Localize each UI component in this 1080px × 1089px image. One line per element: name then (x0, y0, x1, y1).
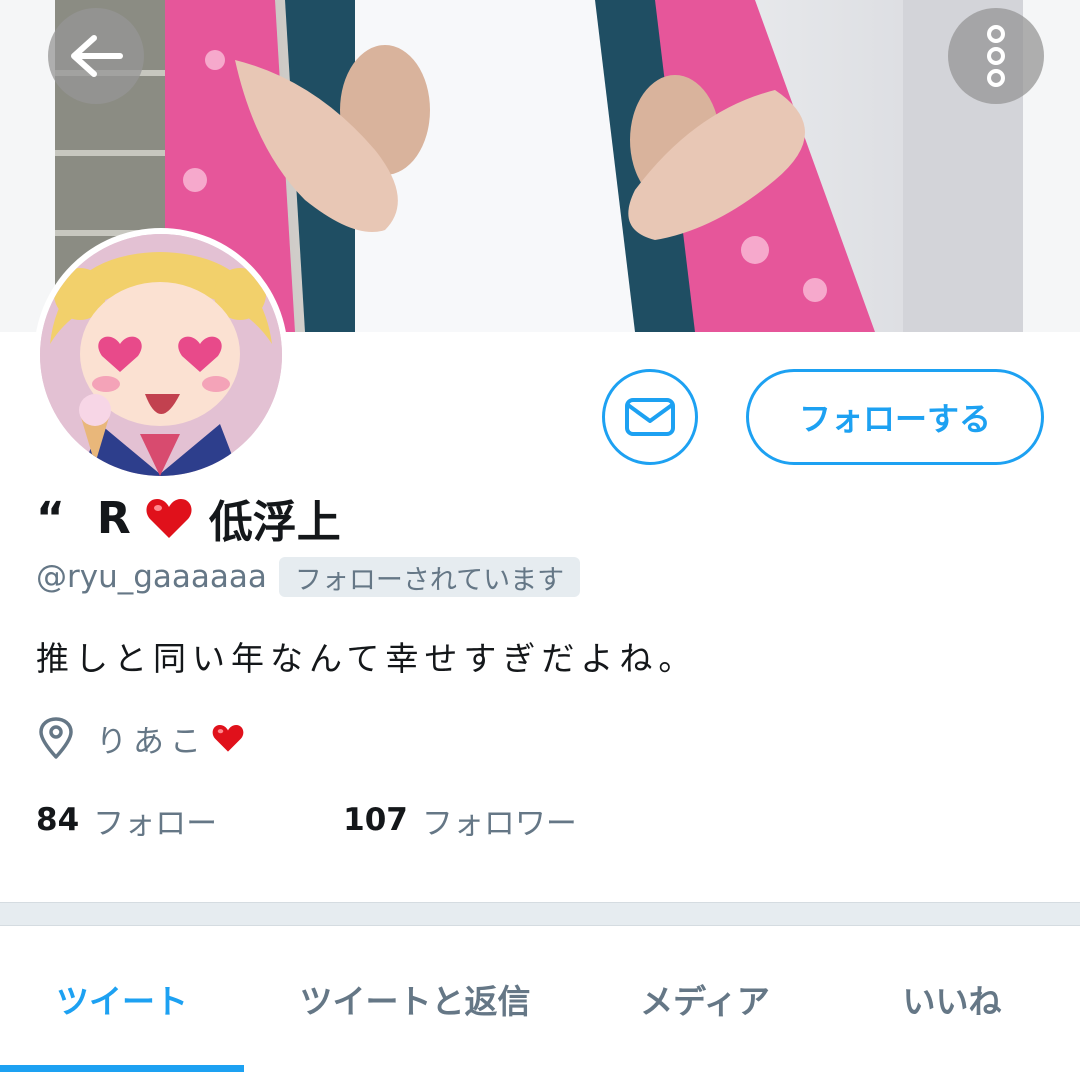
display-name: “ R 低浮上 (36, 490, 341, 549)
red-heart-icon (145, 496, 193, 540)
profile-tabs: ツイート ツイートと返信 メディア いいね (0, 926, 1080, 1072)
profile-bio: 推しと同い年なんて幸せすぎだよね。 (36, 639, 698, 678)
profile-page: フォローする “ R 低浮上 @ryu_gaaaaaa フォローされています 推… (0, 0, 1080, 1089)
profile-location: りあこ (36, 714, 245, 762)
followers-count: 107 (343, 802, 408, 838)
profile-stats: 84 フォロー 107 フォロワー (36, 796, 577, 844)
envelope-icon (624, 397, 676, 437)
tab-tweets[interactable]: ツイート (0, 926, 244, 1072)
avatar-image (40, 234, 282, 476)
tab-tweets-and-replies[interactable]: ツイートと返信 (244, 926, 586, 1072)
username-handle: @ryu_gaaaaaa (36, 559, 267, 595)
follows-you-badge: フォローされています (278, 557, 581, 597)
tab-media[interactable]: メディア (586, 926, 824, 1072)
followers-label: フォロワー (421, 805, 577, 842)
follow-button[interactable]: フォローする (746, 369, 1044, 465)
arrow-left-icon (68, 34, 124, 78)
following-stat[interactable]: 84 フォロー (36, 798, 217, 843)
location-text: りあこ (96, 723, 207, 760)
section-divider (0, 902, 1080, 926)
following-label: フォロー (93, 805, 218, 842)
handle-row: @ryu_gaaaaaa フォローされています (36, 556, 581, 598)
more-options-button[interactable] (948, 8, 1044, 104)
back-button[interactable] (48, 8, 144, 104)
avatar[interactable] (34, 228, 288, 482)
following-count: 84 (36, 802, 80, 838)
name-letter: R (96, 492, 131, 544)
red-heart-icon (211, 723, 245, 753)
followers-stat[interactable]: 107 フォロワー (343, 798, 577, 843)
tab-likes[interactable]: いいね (824, 926, 1080, 1072)
vertical-dots-icon (984, 24, 1008, 88)
location-pin-icon (36, 716, 76, 760)
name-quote: “ (36, 492, 65, 544)
message-button[interactable] (602, 369, 698, 465)
name-suffix: 低浮上 (208, 497, 341, 548)
